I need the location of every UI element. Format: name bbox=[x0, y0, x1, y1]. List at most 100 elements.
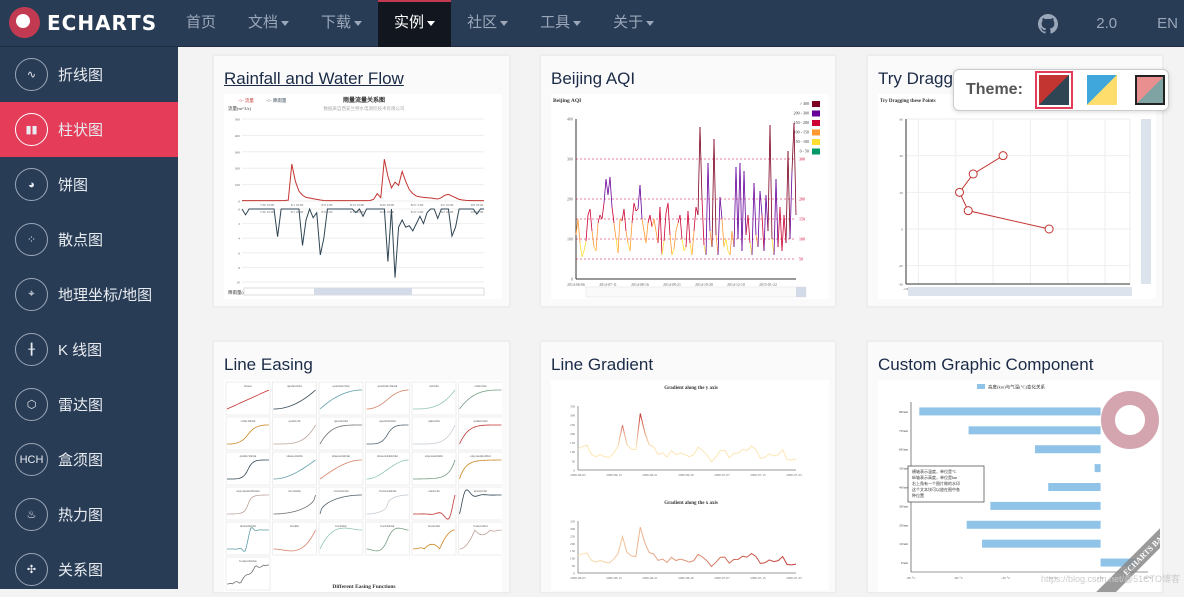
theme-swatch-blue-yellow[interactable] bbox=[1087, 75, 1117, 105]
visualmap-swatch bbox=[812, 101, 820, 107]
y-tick-label: 250 bbox=[570, 423, 575, 427]
y-tick-label: 250 bbox=[570, 534, 575, 538]
markline-label: 100 bbox=[799, 237, 805, 242]
aqi-segment bbox=[654, 219, 656, 231]
draggable-point bbox=[964, 207, 972, 215]
sidebar-item-7[interactable]: HCH盒须图 bbox=[0, 432, 178, 487]
bar bbox=[967, 521, 1101, 529]
caret-down-icon bbox=[281, 21, 289, 26]
card-title[interactable]: Line Gradient bbox=[551, 355, 653, 375]
x-tick-label: -80 °C bbox=[906, 576, 916, 580]
aqi-segment bbox=[780, 207, 782, 251]
sidebar-item-1[interactable]: ▮▮柱状图 bbox=[0, 102, 178, 157]
aqi-segment bbox=[630, 223, 632, 251]
draggable-point bbox=[956, 188, 964, 196]
chart-thumbnail[interactable]: Gradient along the y axis050100150200250… bbox=[551, 380, 829, 590]
sidebar-item-2[interactable]: ◕饼图 bbox=[0, 157, 178, 212]
y-tick-label: 400 bbox=[567, 117, 573, 122]
sidebar-item-6[interactable]: ⬡雷达图 bbox=[0, 377, 178, 432]
easing-panel-label: quadraticOut bbox=[332, 384, 349, 388]
nav-label: 首页 bbox=[186, 14, 216, 31]
easing-panel-label: quinticOut bbox=[473, 419, 487, 423]
x-tick-label: 2000-07-07 bbox=[714, 576, 730, 580]
text-box-line: 右上角有一个图片做的水印 bbox=[912, 480, 960, 486]
aqi-segment bbox=[634, 203, 636, 211]
chart-thumbnail[interactable]: Try Dragging these Points-100-90-60-3003… bbox=[878, 94, 1156, 299]
aqi-segment bbox=[672, 249, 674, 255]
visualmap-swatch bbox=[812, 120, 820, 126]
x-tick-label: 2000-06-05 bbox=[570, 576, 586, 580]
x-tick-label: 2000-07-15 bbox=[750, 576, 766, 580]
github-icon[interactable] bbox=[1038, 14, 1058, 34]
theme-swatch-dark-red[interactable] bbox=[1039, 75, 1069, 105]
sidebar-item-0[interactable]: ∿折线图 bbox=[0, 47, 178, 102]
x-tick-label: 9/8 18:00 bbox=[471, 203, 484, 207]
y-tick-label: 0 bbox=[573, 572, 575, 576]
aqi-segment bbox=[670, 235, 672, 255]
aqi-segment bbox=[660, 207, 662, 255]
chart-thumbnail[interactable]: 高度(km)与气温(°C)变化关系-80 °C-60 °C-40 °C-20 °… bbox=[878, 380, 1160, 592]
language-switch[interactable]: EN bbox=[1157, 15, 1178, 32]
nav-item-6[interactable]: 关于 bbox=[597, 0, 670, 47]
echarts-logo[interactable]: ECHARTS bbox=[9, 7, 157, 38]
chart-thumbnail[interactable]: 雨量流量关系图数据来自西安兰特水电测控技术有限公司-○- 流量-○- 降雨量流量… bbox=[224, 94, 502, 299]
theme-swatch-light-red[interactable] bbox=[1135, 75, 1165, 105]
easing-panel-label: bounceInOut bbox=[239, 559, 256, 563]
chart-title: Different Easing Functions bbox=[332, 584, 395, 590]
nav-item-3[interactable]: 实例 bbox=[378, 0, 451, 47]
x-tick-label: 2014-10-28 bbox=[695, 283, 713, 287]
rainfall-chart: 雨量流量关系图数据来自西安兰特水电测控技术有限公司-○- 流量-○- 降雨量流量… bbox=[224, 94, 502, 299]
easing-panel-label: quadraticIn bbox=[287, 384, 302, 388]
text-box-line: 这个文本块可以放在图中各 bbox=[912, 486, 960, 492]
nav-item-1[interactable]: 文档 bbox=[232, 0, 305, 47]
examples-grid: Rainfall and Water Flow 雨量流量关系图数据来自西安兰特水… bbox=[178, 47, 1184, 589]
visualmap-swatch bbox=[812, 130, 820, 136]
chart-title: Gradient along the y axis bbox=[664, 386, 718, 391]
easing-panel-label: elasticOut bbox=[474, 489, 487, 493]
nav-item-2[interactable]: 下载 bbox=[305, 0, 378, 47]
x-tick-label: 8/20 18:00 bbox=[380, 210, 395, 214]
nav-item-0[interactable]: 首页 bbox=[170, 0, 232, 47]
y-tick-label: 60 bbox=[900, 118, 904, 122]
y-tick-label: 0 bbox=[238, 208, 240, 212]
x-tick-label: -40 °C bbox=[1001, 576, 1011, 580]
example-card-aqi[interactable]: Beijing AQI Beijing AQI01002003004005010… bbox=[540, 55, 836, 307]
y-tick-label: 70 km bbox=[899, 429, 908, 433]
sidebar-item-8[interactable]: ♨热力图 bbox=[0, 487, 178, 542]
aqi-segment bbox=[674, 231, 676, 249]
sidebar-item-4[interactable]: ⌖地理坐标/地图 bbox=[0, 267, 178, 322]
card-title[interactable]: Beijing AQI bbox=[551, 69, 635, 89]
bar-chart-icon: ▮▮ bbox=[15, 113, 48, 146]
aqi-segment bbox=[738, 163, 740, 239]
y-tick-label: 20 bbox=[900, 191, 904, 195]
chart-thumbnail[interactable]: Beijing AQI01002003004005010015020030020… bbox=[551, 94, 829, 299]
aqi-segment bbox=[616, 239, 618, 253]
card-title[interactable]: Line Easing bbox=[224, 355, 313, 375]
chart-thumbnail[interactable]: linearquadraticInquadraticOutquadraticIn… bbox=[224, 380, 502, 592]
sidebar-item-3[interactable]: ⁘散点图 bbox=[0, 212, 178, 267]
sidebar-item-5[interactable]: ╂K 线图 bbox=[0, 322, 178, 377]
y-tick-label: 350 bbox=[570, 520, 575, 524]
easing-panel-label: sinusoidalIn bbox=[286, 454, 302, 458]
card-title[interactable]: Custom Graphic Component bbox=[878, 355, 1093, 375]
aqi-segment bbox=[596, 223, 598, 251]
visualmap-label: > 300 bbox=[800, 101, 809, 106]
easing-panel-label: sinusoidalInOut bbox=[377, 454, 398, 458]
sidebar-item-label: K 线图 bbox=[58, 339, 102, 360]
card-title[interactable]: Rainfall and Water Flow bbox=[224, 69, 404, 89]
nav-item-4[interactable]: 社区 bbox=[451, 0, 524, 47]
nav-item-5[interactable]: 工具 bbox=[524, 0, 597, 47]
draggable-point bbox=[999, 152, 1007, 160]
y-tick-label: 300 bbox=[570, 527, 575, 531]
example-card-easing[interactable]: Line Easing linearquadraticInquadraticOu… bbox=[213, 341, 510, 593]
aqi-segment bbox=[746, 215, 748, 235]
example-card-rainfall[interactable]: Rainfall and Water Flow 雨量流量关系图数据来自西安兰特水… bbox=[213, 55, 510, 307]
example-card-gradient[interactable]: Line Gradient Gradient along the y axis 0… bbox=[540, 341, 836, 593]
easing-panel-label: elasticInOut bbox=[240, 524, 256, 528]
version-link[interactable]: 2.0 bbox=[1096, 15, 1117, 32]
y-tick-label: -20 bbox=[898, 264, 903, 268]
example-card-graphic[interactable]: Custom Graphic Component 高度(km)与气温(°C)变化… bbox=[867, 341, 1163, 593]
graphic-chart: 高度(km)与气温(°C)变化关系-80 °C-60 °C-40 °C-20 °… bbox=[878, 380, 1160, 592]
aqi-segment bbox=[698, 127, 700, 215]
nav-label: 工具 bbox=[540, 14, 570, 31]
